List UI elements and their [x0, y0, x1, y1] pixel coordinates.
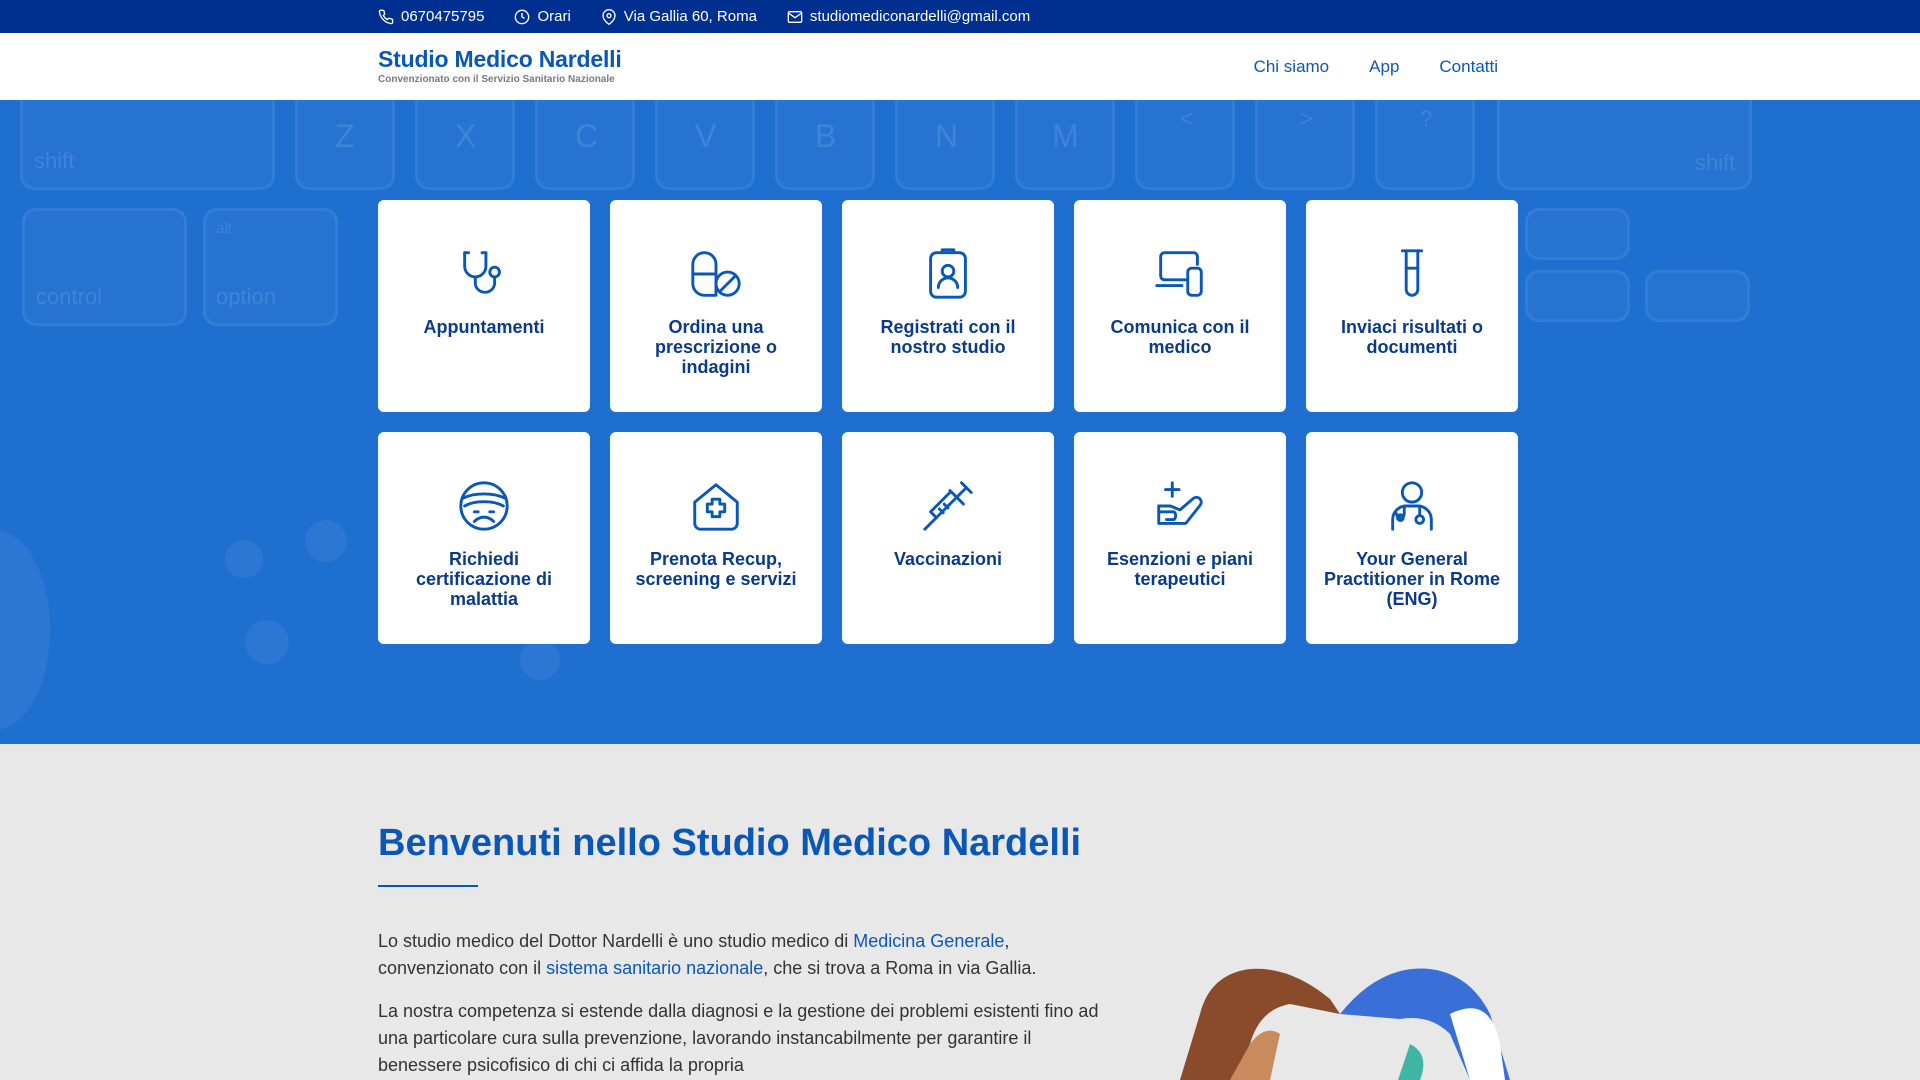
hands-illustration — [1180, 968, 1510, 1080]
hand-care-icon — [1157, 481, 1203, 525]
id-badge-icon — [929, 248, 967, 299]
card-label: Richiedi certificazione di malattia — [415, 549, 553, 609]
card-prescrizione[interactable]: Ordina una prescrizione o indagini — [610, 200, 822, 412]
p1-text-c: convenzionato con il — [378, 958, 547, 978]
bg-key-label: B — [815, 118, 837, 154]
bg-key-label: < — [1180, 106, 1193, 131]
card-recup[interactable]: Prenota Recup, screening e servizi — [610, 432, 822, 644]
phone-icon — [378, 9, 394, 24]
p1-text-a: Lo studio medico del Dottor Nardelli è u… — [378, 931, 854, 951]
competence-paragraph: La nostra competenza si estende dalla di… — [378, 1001, 1099, 1075]
sick-face-icon — [459, 481, 509, 531]
bg-key — [1525, 208, 1630, 260]
bg-key-label: M — [1052, 118, 1079, 154]
brand-title: Studio Medico Nardelli — [378, 46, 622, 72]
address-link[interactable]: Via Gallia 60, Roma — [601, 8, 757, 25]
contact-list: 0670475795 Orari Via Gallia 60, Roma stu… — [378, 0, 1030, 33]
bg-key-label: alt — [216, 220, 232, 237]
devices-icon — [1155, 251, 1203, 297]
medical-house-icon — [693, 483, 739, 531]
stethoscope-icon — [463, 251, 501, 294]
map-pin-icon — [602, 8, 616, 25]
p1-text-b: , — [1004, 931, 1010, 951]
card-comunica[interactable]: Comunica con il medico — [1074, 200, 1286, 412]
heading-underline — [378, 885, 478, 887]
services-grid: Appuntamenti Ordina una prescrizione o i… — [378, 200, 1518, 644]
doctor-icon — [1391, 481, 1433, 531]
nav-contatti[interactable]: Contatti — [1439, 57, 1498, 77]
card-label: Vaccinazioni — [893, 549, 1003, 569]
content-section: Benvenuti nello Studio Medico Nardelli L… — [0, 744, 1920, 1080]
bg-key-label: option — [216, 284, 276, 309]
hours-link[interactable]: Orari — [514, 8, 571, 25]
bg-key-label: Z — [335, 118, 355, 154]
card-label: Prenota Recup, screening e servizi — [635, 549, 797, 589]
bg-pill-dot — [225, 540, 263, 578]
bg-key-label: C — [575, 118, 599, 154]
syringe-icon — [923, 481, 973, 531]
card-label: Your General Practitioner in Rome (ENG) — [1323, 549, 1501, 609]
main-nav: Chi siamo App Contatti — [1254, 33, 1498, 100]
pills-icon — [691, 251, 741, 297]
card-appuntamenti[interactable]: Appuntamenti — [378, 200, 590, 412]
test-tube-icon — [1400, 249, 1424, 297]
bg-stethoscope-disc — [0, 530, 50, 730]
phone-link[interactable]: 0670475795 — [378, 8, 484, 25]
bg-key — [20, 100, 275, 190]
card-esenzioni[interactable]: Esenzioni e piani terapeutici — [1074, 432, 1286, 644]
card-label: Ordina una prescrizione o indagini — [654, 317, 778, 377]
link-sistema-sanitario[interactable]: sistema sanitario nazionale — [546, 958, 763, 978]
card-label: Registrati con il nostro studio — [880, 317, 1016, 357]
hero-section: shift Z X C V B N M < > ? shift control … — [0, 100, 1920, 744]
card-label: Appuntamenti — [423, 317, 545, 337]
bg-key-label: control — [36, 284, 103, 309]
email-text: studiomediconardelli@gmail.com — [809, 8, 1031, 25]
brand-subtitle: Convenzionato con il Servizio Sanitario … — [378, 74, 615, 85]
bg-key-label: shift — [34, 148, 75, 173]
bg-key-label: > — [1300, 106, 1313, 131]
clock-icon — [515, 9, 530, 24]
mail-icon — [787, 10, 803, 23]
bg-pill-dot — [305, 520, 347, 562]
bg-pill-dot — [520, 640, 560, 680]
card-malattia[interactable]: Richiedi certificazione di malattia — [378, 432, 590, 644]
bg-pill-dot — [245, 620, 289, 664]
site-header: Studio Medico Nardelli Convenzionato con… — [0, 33, 1920, 100]
card-label: Esenzioni e piani terapeutici — [1106, 549, 1254, 589]
email-link[interactable]: studiomediconardelli@gmail.com — [787, 8, 1030, 25]
p1-text-d: , che si trova a Roma in via Gallia. — [763, 958, 1037, 978]
card-registrati[interactable]: Registrati con il nostro studio — [842, 200, 1054, 412]
bg-key — [1645, 270, 1750, 322]
nav-app[interactable]: App — [1369, 57, 1399, 77]
card-inviaci[interactable]: Inviaci risultati o documenti — [1306, 200, 1518, 412]
brand-logo[interactable]: Studio Medico Nardelli Convenzionato con… — [378, 46, 622, 85]
bg-key-label: V — [695, 118, 717, 154]
address-text: Via Gallia 60, Roma — [623, 8, 757, 25]
top-contact-bar: 0670475795 Orari Via Gallia 60, Roma stu… — [0, 0, 1920, 33]
card-eng[interactable]: Your General Practitioner in Rome (ENG) — [1306, 432, 1518, 644]
welcome-heading: Benvenuti nello Studio Medico Nardelli — [378, 822, 1082, 864]
bg-key-label: N — [935, 118, 959, 154]
hours-label: Orari — [537, 8, 571, 25]
bg-key-label: ? — [1420, 106, 1433, 131]
bg-key — [1525, 270, 1630, 322]
bg-key-label: shift — [1695, 150, 1736, 175]
bg-key — [1497, 100, 1752, 190]
link-medicina-generale[interactable]: Medicina Generale — [853, 931, 1004, 951]
bg-key-label: X — [455, 118, 477, 154]
phone-number: 0670475795 — [401, 8, 485, 25]
intro-paragraph: Lo studio medico del Dottor Nardelli è u… — [378, 928, 1138, 982]
nav-chi-siamo[interactable]: Chi siamo — [1254, 57, 1330, 77]
card-label: Comunica con il medico — [1110, 317, 1250, 357]
card-vaccinazioni[interactable]: Vaccinazioni — [842, 432, 1054, 644]
card-label: Inviaci risultati o documenti — [1340, 317, 1484, 357]
